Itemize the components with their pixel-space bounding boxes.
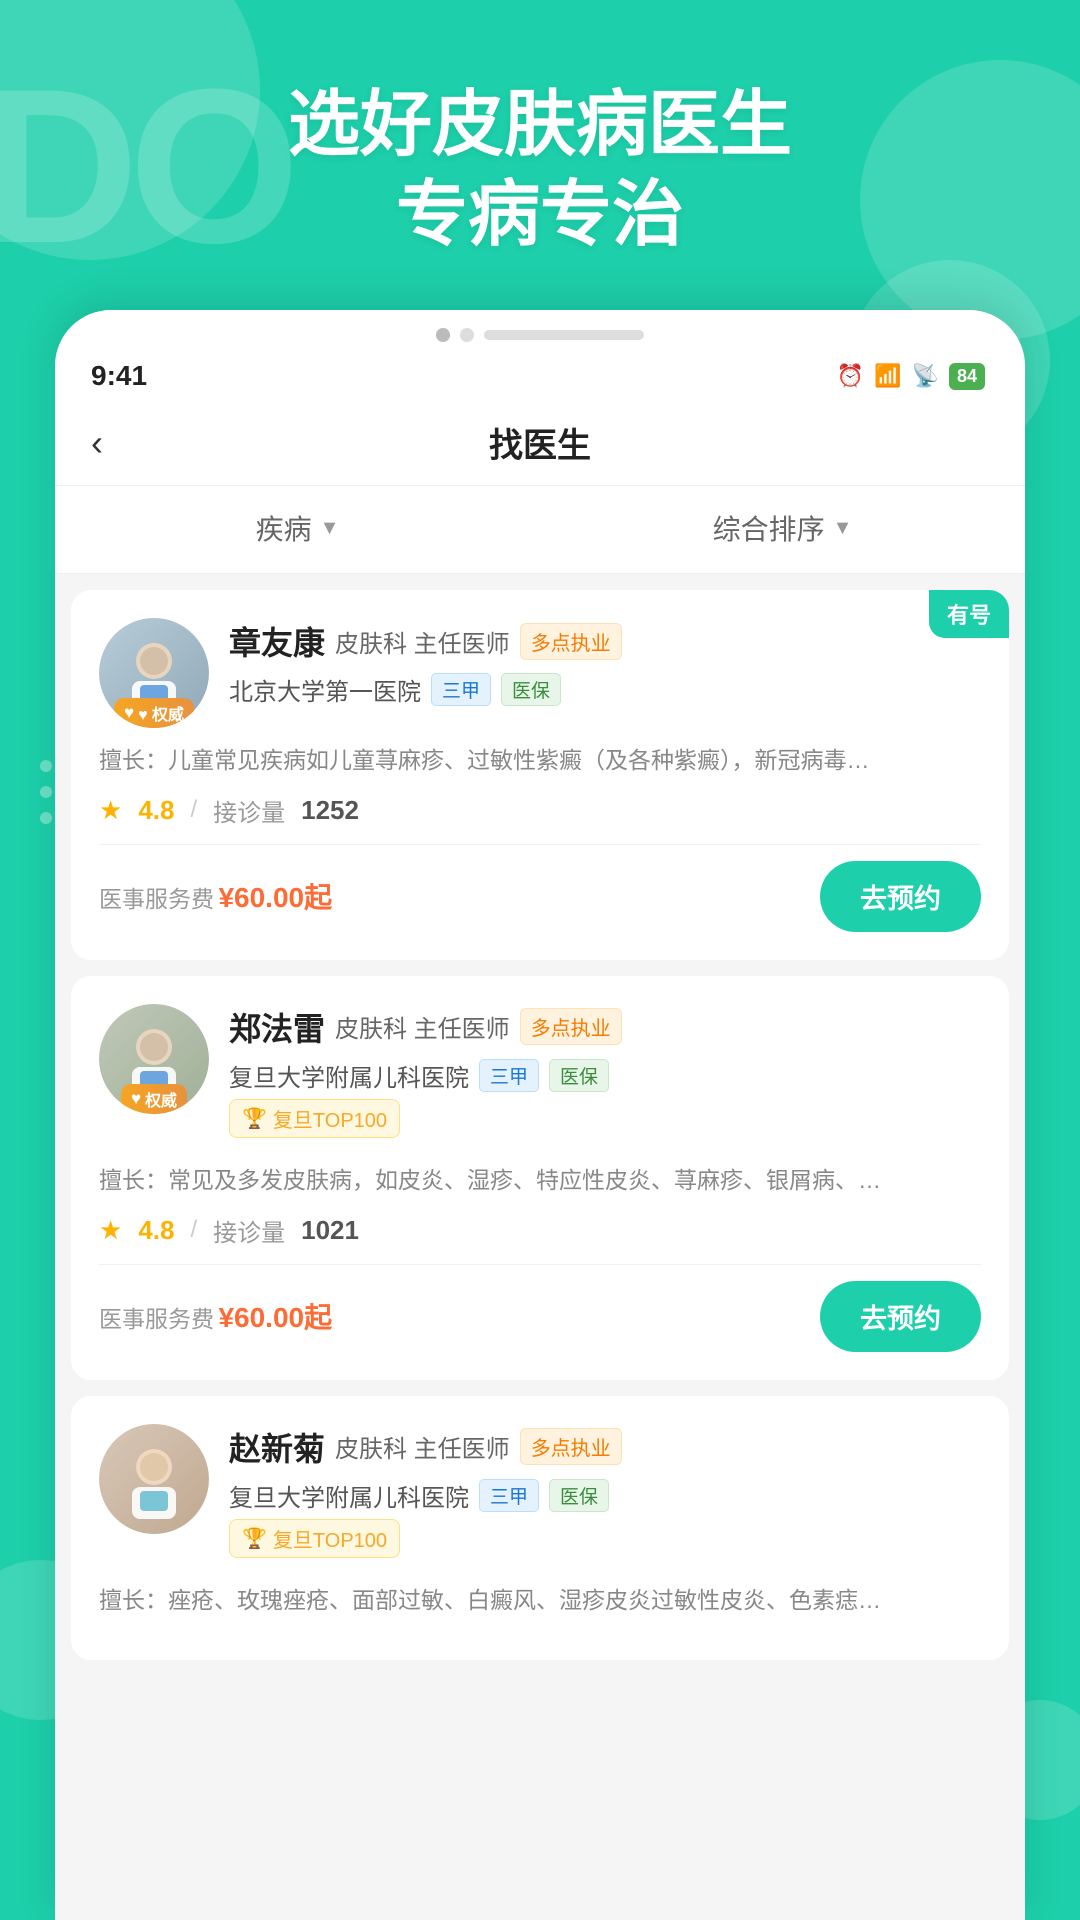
tag-sanjia-2: 三甲 <box>479 1059 539 1092</box>
rating-row-1: ★ 4.8 / 接诊量 1252 <box>99 793 981 828</box>
doctor-info-3: 赵新菊 皮肤科 主任医师 多点执业 复旦大学附属儿科医院 三甲 医保 🏆 复旦T… <box>229 1424 981 1568</box>
doctor-avatar-1: ♥♥ 权威 <box>99 618 209 728</box>
book-button-2[interactable]: 去预约 <box>820 1281 981 1352</box>
rating-score-2: 4.8 <box>138 1215 174 1246</box>
divider-2: / <box>190 1216 197 1244</box>
star-icon-2: ★ <box>99 1215 122 1246</box>
divider-1: / <box>190 796 197 824</box>
filter-disease-chevron: ▼ <box>320 517 340 540</box>
doctor-list[interactable]: 有号 ♥♥ 权威 <box>55 574 1025 1920</box>
status-bar: 9:41 ⏰ 📶 📡 84 <box>55 352 1025 400</box>
doctor-avatar-3 <box>99 1424 209 1534</box>
tag-multi-1: 多点执业 <box>520 623 622 660</box>
rating-row-2: ★ 4.8 / 接诊量 1021 <box>99 1213 981 1248</box>
tag-multi-2: 多点执业 <box>520 1008 622 1045</box>
filter-tab-sort[interactable]: 综合排序 ▼ <box>540 486 1025 573</box>
filter-bar: 疾病 ▼ 综合排序 ▼ <box>55 486 1025 574</box>
tag-yibao-1: 医保 <box>501 673 561 706</box>
hero-title: 选好皮肤病医生 专病专治 <box>0 80 1080 260</box>
doctor-name-2: 郑法雷 <box>229 1004 325 1050</box>
tag-sanjia-1: 三甲 <box>431 673 491 706</box>
status-icons: ⏰ 📶 📡 84 <box>837 363 985 390</box>
doctor-card-1: 有号 ♥♥ 权威 <box>71 590 1009 960</box>
hospital-name-2: 复旦大学附属儿科医院 <box>229 1058 469 1093</box>
filter-tab-disease[interactable]: 疾病 ▼ <box>55 486 540 573</box>
doctor-name-1: 章友康 <box>229 618 325 664</box>
consult-count-2: 1021 <box>301 1215 359 1246</box>
card-footer-1: 医事服务费 ¥60.00起 去预约 <box>99 844 981 932</box>
doctor-avatar-2: ♥权威 <box>99 1004 209 1114</box>
doctor-name-row-3: 赵新菊 皮肤科 主任医师 多点执业 <box>229 1424 981 1470</box>
fee-label-1: 医事服务费 <box>99 886 214 912</box>
specialty-3: 擅长：痤疮、玫瑰痤疮、面部过敏、白癜风、湿疹皮炎过敏性皮炎、色素痣… <box>99 1582 981 1619</box>
hospital-row-1: 北京大学第一医院 三甲 医保 <box>229 672 981 707</box>
phone-frame: 9:41 ⏰ 📶 📡 84 ‹ 找医生 疾病 ▼ 综合排序 ▼ 有号 <box>55 310 1025 1920</box>
star-icon-1: ★ <box>99 795 122 826</box>
fee-section-2: 医事服务费 ¥60.00起 <box>99 1296 332 1336</box>
card-header-1: ♥♥ 权威 章友康 皮肤科 主任医师 多点执业 北京大学第一医院 三甲 医保 <box>99 618 981 728</box>
available-badge-1: 有号 <box>929 590 1009 638</box>
hero-section: 选好皮肤病医生 专病专治 <box>0 80 1080 260</box>
fee-label-2: 医事服务费 <box>99 1306 214 1332</box>
card-footer-2: 医事服务费 ¥60.00起 去预约 <box>99 1264 981 1352</box>
doctor-card-3: 赵新菊 皮肤科 主任医师 多点执业 复旦大学附属儿科医院 三甲 医保 🏆 复旦T… <box>71 1396 1009 1661</box>
tag-multi-3: 多点执业 <box>520 1428 622 1465</box>
consult-label-2: 接诊量 <box>213 1213 285 1248</box>
specialty-2: 擅长：常见及多发皮肤病，如皮炎、湿疹、特应性皮炎、荨麻疹、银屑病、… <box>99 1162 981 1199</box>
fee-section-1: 医事服务费 ¥60.00起 <box>99 876 332 916</box>
battery-badge: 84 <box>949 363 985 390</box>
authority-badge-2: ♥权威 <box>121 1084 187 1114</box>
hospital-row-2: 复旦大学附属儿科医院 三甲 医保 <box>229 1058 981 1093</box>
fudan-tag-2: 🏆 复旦TOP100 <box>229 1099 400 1138</box>
doctor-info-2: 郑法雷 皮肤科 主任医师 多点执业 复旦大学附属儿科医院 三甲 医保 🏆 复旦T… <box>229 1004 981 1148</box>
doctor-dept-1: 皮肤科 主任医师 <box>335 624 510 659</box>
filter-disease-label: 疾病 <box>256 508 312 548</box>
tag-sanjia-3: 三甲 <box>479 1479 539 1512</box>
doctor-name-row-2: 郑法雷 皮肤科 主任医师 多点执业 <box>229 1004 981 1050</box>
filter-sort-chevron: ▼ <box>833 517 853 540</box>
doctor-dept-3: 皮肤科 主任医师 <box>335 1429 510 1464</box>
specialty-1: 擅长：儿童常见疾病如儿童荨麻疹、过敏性紫癜（及各种紫癜），新冠病毒… <box>99 742 981 779</box>
page-title: 找医生 <box>141 418 939 467</box>
phone-notch <box>55 310 1025 352</box>
alarm-icon: ⏰ <box>837 363 864 389</box>
authority-badge-1: ♥♥ 权威 <box>114 698 194 728</box>
doctor-card-2: ♥权威 郑法雷 皮肤科 主任医师 多点执业 复旦大学附属儿科医院 三甲 医保 <box>71 976 1009 1380</box>
filter-sort-label: 综合排序 <box>713 508 825 548</box>
rating-score-1: 4.8 <box>138 795 174 826</box>
card-header-2: ♥权威 郑法雷 皮肤科 主任医师 多点执业 复旦大学附属儿科医院 三甲 医保 <box>99 1004 981 1148</box>
consult-count-1: 1252 <box>301 795 359 826</box>
book-button-1[interactable]: 去预约 <box>820 861 981 932</box>
signal-icon: 📶 <box>874 363 901 389</box>
doctor-dept-2: 皮肤科 主任医师 <box>335 1009 510 1044</box>
notch-dot-1 <box>436 328 450 342</box>
hospital-name-3: 复旦大学附属儿科医院 <box>229 1478 469 1513</box>
consult-label-1: 接诊量 <box>213 793 285 828</box>
doctor-name-3: 赵新菊 <box>229 1424 325 1470</box>
back-button[interactable]: ‹ <box>91 422 141 464</box>
notch-dot-2 <box>460 328 474 342</box>
notch-bar <box>484 330 644 340</box>
tag-yibao-3: 医保 <box>549 1479 609 1512</box>
card-header-3: 赵新菊 皮肤科 主任医师 多点执业 复旦大学附属儿科医院 三甲 医保 🏆 复旦T… <box>99 1424 981 1568</box>
fudan-tag-3: 🏆 复旦TOP100 <box>229 1519 400 1558</box>
hospital-row-3: 复旦大学附属儿科医院 三甲 医保 <box>229 1478 981 1513</box>
status-time: 9:41 <box>91 360 147 392</box>
hospital-name-1: 北京大学第一医院 <box>229 672 421 707</box>
doctor-info-1: 章友康 皮肤科 主任医师 多点执业 北京大学第一医院 三甲 医保 <box>229 618 981 713</box>
wifi-icon: 📡 <box>912 363 939 389</box>
nav-bar: ‹ 找医生 <box>55 400 1025 486</box>
doctor-name-row-1: 章友康 皮肤科 主任医师 多点执业 <box>229 618 981 664</box>
fee-price-2: ¥60.00起 <box>218 1302 332 1333</box>
fee-price-1: ¥60.00起 <box>218 882 332 913</box>
tag-yibao-2: 医保 <box>549 1059 609 1092</box>
